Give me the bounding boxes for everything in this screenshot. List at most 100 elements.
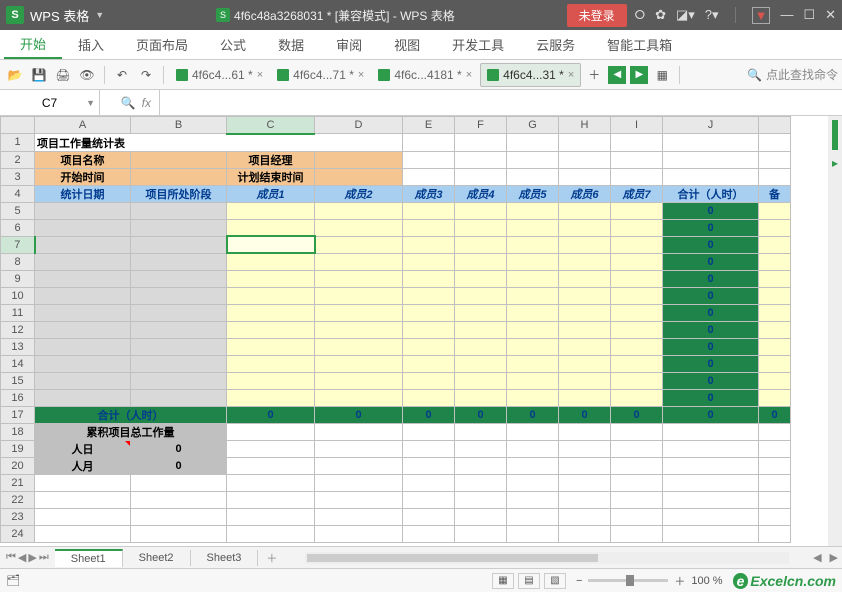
- col-header-H[interactable]: H: [559, 117, 611, 134]
- cell[interactable]: [759, 389, 791, 406]
- cell[interactable]: 0: [455, 406, 507, 423]
- col-header-cell[interactable]: 成员4: [455, 185, 507, 202]
- cell[interactable]: [227, 491, 315, 508]
- table-title[interactable]: 项目工作量统计表: [35, 134, 403, 152]
- sheet-tab-1[interactable]: Sheet1: [55, 549, 123, 567]
- cell[interactable]: [403, 372, 455, 389]
- cell[interactable]: [131, 338, 227, 355]
- cell[interactable]: [559, 457, 611, 474]
- row-header-6[interactable]: 6: [1, 219, 35, 236]
- cell[interactable]: 0: [663, 372, 759, 389]
- cell[interactable]: [315, 457, 403, 474]
- cell[interactable]: [507, 372, 559, 389]
- row-header-19[interactable]: 19: [1, 440, 35, 457]
- view-switcher[interactable]: ▦ ▤ ▧: [492, 573, 566, 589]
- cell[interactable]: [559, 202, 611, 219]
- col-header-cell[interactable]: 统计日期: [35, 185, 131, 202]
- cell[interactable]: 0: [663, 219, 759, 236]
- col-header-cell[interactable]: 成员2: [315, 185, 403, 202]
- cell[interactable]: [403, 236, 455, 253]
- cell[interactable]: [35, 202, 131, 219]
- cell[interactable]: [315, 321, 403, 338]
- cell[interactable]: [403, 202, 455, 219]
- row-header-16[interactable]: 16: [1, 389, 35, 406]
- cell[interactable]: [559, 304, 611, 321]
- col-header-cell[interactable]: 成员6: [559, 185, 611, 202]
- cell[interactable]: [559, 287, 611, 304]
- row-header-1[interactable]: 1: [1, 134, 35, 152]
- col-header-C[interactable]: C: [227, 117, 315, 134]
- cell[interactable]: [611, 457, 663, 474]
- cell[interactable]: [759, 270, 791, 287]
- cell[interactable]: 0: [663, 202, 759, 219]
- cell[interactable]: [455, 321, 507, 338]
- hsb-right[interactable]: ▶: [826, 551, 842, 564]
- cell[interactable]: 0: [403, 406, 455, 423]
- row-header-15[interactable]: 15: [1, 372, 35, 389]
- cell[interactable]: [131, 270, 227, 287]
- cell[interactable]: [759, 321, 791, 338]
- cell[interactable]: 0: [663, 270, 759, 287]
- side-panel[interactable]: ▸: [828, 116, 842, 546]
- col-header-cell[interactable]: 备: [759, 185, 791, 202]
- cell[interactable]: [131, 304, 227, 321]
- cell[interactable]: [315, 474, 403, 491]
- cell[interactable]: [131, 508, 227, 525]
- cell[interactable]: 0: [559, 406, 611, 423]
- doc-tab-2[interactable]: 4f6c4...71 *×: [271, 63, 370, 87]
- cell[interactable]: 0: [663, 287, 759, 304]
- cell[interactable]: [315, 389, 403, 406]
- cell[interactable]: [455, 474, 507, 491]
- cell[interactable]: [131, 474, 227, 491]
- row-header-12[interactable]: 12: [1, 321, 35, 338]
- doc-map-icon[interactable]: 🗂: [6, 574, 20, 587]
- cell[interactable]: [35, 321, 131, 338]
- ribbon-tab-cloud[interactable]: 云服务: [520, 30, 591, 59]
- cell[interactable]: [403, 168, 455, 185]
- cell[interactable]: [131, 321, 227, 338]
- cell[interactable]: [35, 525, 131, 542]
- cell[interactable]: [611, 219, 663, 236]
- cell[interactable]: [559, 338, 611, 355]
- cell[interactable]: [507, 270, 559, 287]
- cell[interactable]: 0: [131, 440, 227, 457]
- cell[interactable]: [507, 321, 559, 338]
- cell[interactable]: [507, 355, 559, 372]
- cell[interactable]: [759, 219, 791, 236]
- cell[interactable]: [759, 474, 791, 491]
- close-button[interactable]: ✕: [825, 7, 836, 24]
- cell[interactable]: [455, 423, 507, 440]
- cell[interactable]: [559, 423, 611, 440]
- zoom-control[interactable]: − ＋ 100 %: [576, 573, 723, 589]
- cell[interactable]: [227, 372, 315, 389]
- cell[interactable]: [611, 440, 663, 457]
- cell[interactable]: [507, 219, 559, 236]
- cell[interactable]: [403, 440, 455, 457]
- cell[interactable]: [455, 304, 507, 321]
- cell[interactable]: [455, 457, 507, 474]
- col-header-E[interactable]: E: [403, 117, 455, 134]
- col-header-J[interactable]: J: [663, 117, 759, 134]
- cell[interactable]: [611, 134, 663, 152]
- cell[interactable]: [663, 423, 759, 440]
- row-header-8[interactable]: 8: [1, 253, 35, 270]
- cell[interactable]: [663, 491, 759, 508]
- cell[interactable]: [559, 372, 611, 389]
- row-header-21[interactable]: 21: [1, 474, 35, 491]
- cell[interactable]: [611, 151, 663, 168]
- cell[interactable]: [611, 355, 663, 372]
- cell[interactable]: [611, 389, 663, 406]
- cell[interactable]: [227, 525, 315, 542]
- help-dropdown[interactable]: ?▾: [705, 7, 719, 24]
- open-icon[interactable]: 📂: [4, 64, 26, 86]
- redo-icon[interactable]: ↷: [135, 64, 157, 86]
- cell[interactable]: [403, 389, 455, 406]
- cell[interactable]: [759, 355, 791, 372]
- cell[interactable]: [403, 304, 455, 321]
- ribbon-tab-view[interactable]: 视图: [378, 30, 436, 59]
- col-header-D[interactable]: D: [315, 117, 403, 134]
- cell[interactable]: 0: [315, 406, 403, 423]
- cell[interactable]: [507, 474, 559, 491]
- cell[interactable]: [131, 525, 227, 542]
- cell[interactable]: [611, 372, 663, 389]
